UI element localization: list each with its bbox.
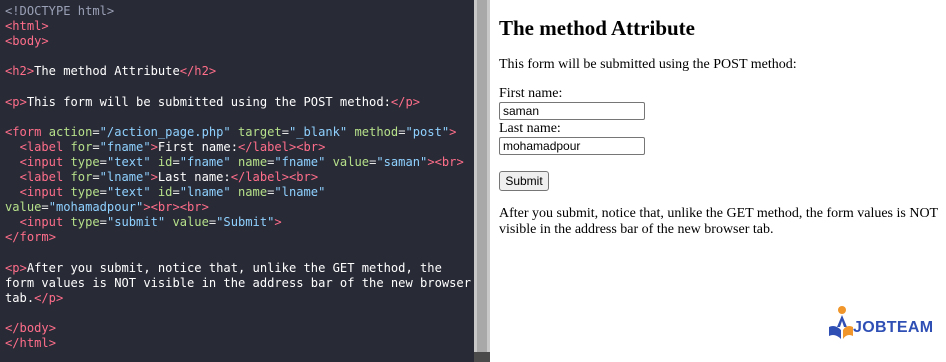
code-line[interactable]: <input type="text" id="fname" name="fnam… (5, 155, 464, 169)
code-text[interactable]: <!DOCTYPE html> <html> <body> <h2>The me… (0, 0, 474, 351)
scrollbar-corner (474, 352, 490, 362)
last-name-label: Last name: (499, 121, 561, 136)
code-editor[interactable]: <!DOCTYPE html> <html> <body> <h2>The me… (0, 0, 474, 362)
code-line[interactable]: </form> (5, 230, 56, 244)
first-name-label: First name: (499, 86, 563, 101)
first-name-input[interactable] (499, 102, 645, 120)
outro-text: After you submit, notice that, unlike th… (499, 206, 938, 237)
code-line[interactable]: <body> (5, 34, 49, 48)
code-line[interactable]: <html> (5, 19, 49, 33)
code-line[interactable]: <p>After you submit, notice that, unlike… (5, 261, 442, 275)
code-line[interactable]: <label for="fname">First name:</label><b… (5, 140, 326, 154)
code-line[interactable]: <input type="submit" value="Submit"> (5, 215, 282, 229)
code-line[interactable]: <h2>The method Attribute</h2> (5, 64, 216, 78)
code-line[interactable]: <!DOCTYPE html> (5, 4, 114, 18)
jobteam-logo: JOBTEAM (828, 305, 946, 345)
code-line[interactable]: tab.</p> (5, 291, 63, 305)
page-heading: The method Attribute (499, 16, 695, 40)
code-line[interactable]: form values is NOT visible in the addres… (5, 276, 471, 290)
code-line[interactable]: <p>This form will be submitted using the… (5, 95, 420, 109)
pane-divider-scrollbar[interactable] (474, 0, 490, 362)
code-line[interactable]: value="mohamadpour"><br><br> (5, 200, 209, 214)
submit-button[interactable]: Submit (499, 171, 549, 191)
book-person-icon (829, 306, 853, 339)
last-name-input[interactable] (499, 137, 645, 155)
code-line[interactable]: </html> (5, 336, 56, 350)
code-line[interactable]: <input type="text" id="lname" name="lnam… (5, 185, 326, 199)
code-line[interactable]: <label for="lname">Last name:</label><br… (5, 170, 319, 184)
scrollbar-thumb[interactable] (477, 0, 487, 362)
logo-text: JOBTEAM (853, 319, 934, 336)
code-line[interactable]: </body> (5, 321, 56, 335)
code-line[interactable]: <form action="/action_page.php" target="… (5, 125, 456, 139)
intro-text: This form will be submitted using the PO… (499, 57, 797, 72)
